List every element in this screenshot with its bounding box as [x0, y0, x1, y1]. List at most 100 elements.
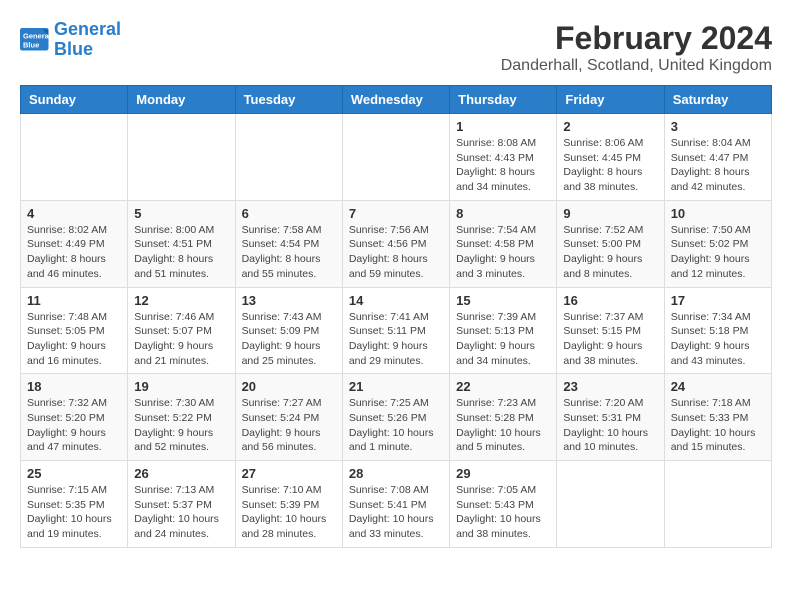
calendar-cell — [342, 114, 449, 201]
day-number: 24 — [671, 379, 765, 394]
calendar-cell: 29 Sunrise: 7:05 AM Sunset: 5:43 PM Dayli… — [450, 461, 557, 548]
calendar-cell: 9 Sunrise: 7:52 AM Sunset: 5:00 PM Daylig… — [557, 200, 664, 287]
day-info: Sunrise: 8:08 AM Sunset: 4:43 PM Dayligh… — [456, 136, 550, 195]
day-info: Sunrise: 7:32 AM Sunset: 5:20 PM Dayligh… — [27, 396, 121, 455]
day-info: Sunrise: 7:56 AM Sunset: 4:56 PM Dayligh… — [349, 223, 443, 282]
day-info: Sunrise: 8:00 AM Sunset: 4:51 PM Dayligh… — [134, 223, 228, 282]
day-number: 21 — [349, 379, 443, 394]
svg-text:General: General — [23, 31, 50, 40]
day-number: 1 — [456, 119, 550, 134]
location-subtitle: Danderhall, Scotland, United Kingdom — [501, 57, 772, 75]
calendar-table: Sunday Monday Tuesday Wednesday Thursday… — [20, 85, 772, 548]
day-number: 28 — [349, 466, 443, 481]
day-info: Sunrise: 7:39 AM Sunset: 5:13 PM Dayligh… — [456, 310, 550, 369]
days-header-row: Sunday Monday Tuesday Wednesday Thursday… — [21, 86, 772, 114]
day-info: Sunrise: 7:08 AM Sunset: 5:41 PM Dayligh… — [349, 483, 443, 542]
day-number: 27 — [242, 466, 336, 481]
day-info: Sunrise: 7:05 AM Sunset: 5:43 PM Dayligh… — [456, 483, 550, 542]
day-info: Sunrise: 7:54 AM Sunset: 4:58 PM Dayligh… — [456, 223, 550, 282]
day-info: Sunrise: 7:50 AM Sunset: 5:02 PM Dayligh… — [671, 223, 765, 282]
calendar-cell: 4 Sunrise: 8:02 AM Sunset: 4:49 PM Daylig… — [21, 200, 128, 287]
calendar-cell: 10 Sunrise: 7:50 AM Sunset: 5:02 PM Dayli… — [664, 200, 771, 287]
day-info: Sunrise: 7:13 AM Sunset: 5:37 PM Dayligh… — [134, 483, 228, 542]
calendar-week-1: 1 Sunrise: 8:08 AM Sunset: 4:43 PM Daylig… — [21, 114, 772, 201]
day-number: 4 — [27, 206, 121, 221]
day-number: 7 — [349, 206, 443, 221]
header-monday: Monday — [128, 86, 235, 114]
day-number: 29 — [456, 466, 550, 481]
day-info: Sunrise: 8:02 AM Sunset: 4:49 PM Dayligh… — [27, 223, 121, 282]
calendar-cell: 28 Sunrise: 7:08 AM Sunset: 5:41 PM Dayli… — [342, 461, 449, 548]
day-info: Sunrise: 8:06 AM Sunset: 4:45 PM Dayligh… — [563, 136, 657, 195]
day-number: 13 — [242, 293, 336, 308]
calendar-cell — [235, 114, 342, 201]
calendar-cell: 25 Sunrise: 7:15 AM Sunset: 5:35 PM Dayli… — [21, 461, 128, 548]
title-section: February 2024 Danderhall, Scotland, Unit… — [501, 20, 772, 75]
header-saturday: Saturday — [664, 86, 771, 114]
day-info: Sunrise: 7:23 AM Sunset: 5:28 PM Dayligh… — [456, 396, 550, 455]
day-number: 23 — [563, 379, 657, 394]
calendar-cell: 5 Sunrise: 8:00 AM Sunset: 4:51 PM Daylig… — [128, 200, 235, 287]
day-number: 11 — [27, 293, 121, 308]
calendar-cell: 26Sunrise: 7:13 AM Sunset: 5:37 PM Dayli… — [128, 461, 235, 548]
day-number: 19 — [134, 379, 228, 394]
day-info: Sunrise: 7:20 AM Sunset: 5:31 PM Dayligh… — [563, 396, 657, 455]
calendar-cell: 22 Sunrise: 7:23 AM Sunset: 5:28 PM Dayli… — [450, 374, 557, 461]
day-info: Sunrise: 7:37 AM Sunset: 5:15 PM Dayligh… — [563, 310, 657, 369]
day-info: Sunrise: 7:18 AM Sunset: 5:33 PM Dayligh… — [671, 396, 765, 455]
calendar-cell: 7 Sunrise: 7:56 AM Sunset: 4:56 PM Daylig… — [342, 200, 449, 287]
day-number: 14 — [349, 293, 443, 308]
header-sunday: Sunday — [21, 86, 128, 114]
calendar-cell: 3 Sunrise: 8:04 AM Sunset: 4:47 PM Daylig… — [664, 114, 771, 201]
calendar-cell: 23 Sunrise: 7:20 AM Sunset: 5:31 PM Dayli… — [557, 374, 664, 461]
day-info: Sunrise: 7:52 AM Sunset: 5:00 PM Dayligh… — [563, 223, 657, 282]
day-number: 2 — [563, 119, 657, 134]
calendar-cell: 2 Sunrise: 8:06 AM Sunset: 4:45 PM Daylig… — [557, 114, 664, 201]
header-wednesday: Wednesday — [342, 86, 449, 114]
calendar-cell — [557, 461, 664, 548]
calendar-week-4: 18Sunrise: 7:32 AM Sunset: 5:20 PM Dayli… — [21, 374, 772, 461]
logo: General Blue GeneralBlue — [20, 20, 121, 60]
header-tuesday: Tuesday — [235, 86, 342, 114]
calendar-header: Sunday Monday Tuesday Wednesday Thursday… — [21, 86, 772, 114]
day-number: 25 — [27, 466, 121, 481]
day-number: 3 — [671, 119, 765, 134]
calendar-week-2: 4 Sunrise: 8:02 AM Sunset: 4:49 PM Daylig… — [21, 200, 772, 287]
calendar-week-3: 11Sunrise: 7:48 AM Sunset: 5:05 PM Dayli… — [21, 287, 772, 374]
calendar-cell: 17Sunrise: 7:34 AM Sunset: 5:18 PM Dayli… — [664, 287, 771, 374]
day-info: Sunrise: 7:58 AM Sunset: 4:54 PM Dayligh… — [242, 223, 336, 282]
calendar-cell: 24 Sunrise: 7:18 AM Sunset: 5:33 PM Dayli… — [664, 374, 771, 461]
day-number: 6 — [242, 206, 336, 221]
day-info: Sunrise: 7:34 AM Sunset: 5:18 PM Dayligh… — [671, 310, 765, 369]
day-info: Sunrise: 7:27 AM Sunset: 5:24 PM Dayligh… — [242, 396, 336, 455]
calendar-cell: 8 Sunrise: 7:54 AM Sunset: 4:58 PM Daylig… — [450, 200, 557, 287]
calendar-cell — [664, 461, 771, 548]
calendar-cell: 11Sunrise: 7:48 AM Sunset: 5:05 PM Dayli… — [21, 287, 128, 374]
calendar-cell: 19Sunrise: 7:30 AM Sunset: 5:22 PM Dayli… — [128, 374, 235, 461]
month-year-title: February 2024 — [501, 20, 772, 57]
header-friday: Friday — [557, 86, 664, 114]
day-number: 10 — [671, 206, 765, 221]
day-number: 8 — [456, 206, 550, 221]
calendar-cell: 18Sunrise: 7:32 AM Sunset: 5:20 PM Dayli… — [21, 374, 128, 461]
calendar-cell: 12 Sunrise: 7:46 AM Sunset: 5:07 PM Dayli… — [128, 287, 235, 374]
day-info: Sunrise: 7:15 AM Sunset: 5:35 PM Dayligh… — [27, 483, 121, 542]
calendar-cell: 16Sunrise: 7:37 AM Sunset: 5:15 PM Dayli… — [557, 287, 664, 374]
day-info: Sunrise: 7:25 AM Sunset: 5:26 PM Dayligh… — [349, 396, 443, 455]
calendar-week-5: 25 Sunrise: 7:15 AM Sunset: 5:35 PM Dayli… — [21, 461, 772, 548]
day-number: 20 — [242, 379, 336, 394]
calendar-cell: 6 Sunrise: 7:58 AM Sunset: 4:54 PM Daylig… — [235, 200, 342, 287]
day-number: 5 — [134, 206, 228, 221]
logo-name: GeneralBlue — [54, 20, 121, 60]
calendar-cell — [128, 114, 235, 201]
day-number: 12 — [134, 293, 228, 308]
day-info: Sunrise: 7:46 AM Sunset: 5:07 PM Dayligh… — [134, 310, 228, 369]
day-number: 15 — [456, 293, 550, 308]
day-number: 9 — [563, 206, 657, 221]
logo-icon: General Blue — [20, 28, 50, 52]
day-number: 22 — [456, 379, 550, 394]
day-info: Sunrise: 7:10 AM Sunset: 5:39 PM Dayligh… — [242, 483, 336, 542]
day-info: Sunrise: 7:41 AM Sunset: 5:11 PM Dayligh… — [349, 310, 443, 369]
calendar-cell: 27 Sunrise: 7:10 AM Sunset: 5:39 PM Dayli… — [235, 461, 342, 548]
day-info: Sunrise: 8:04 AM Sunset: 4:47 PM Dayligh… — [671, 136, 765, 195]
